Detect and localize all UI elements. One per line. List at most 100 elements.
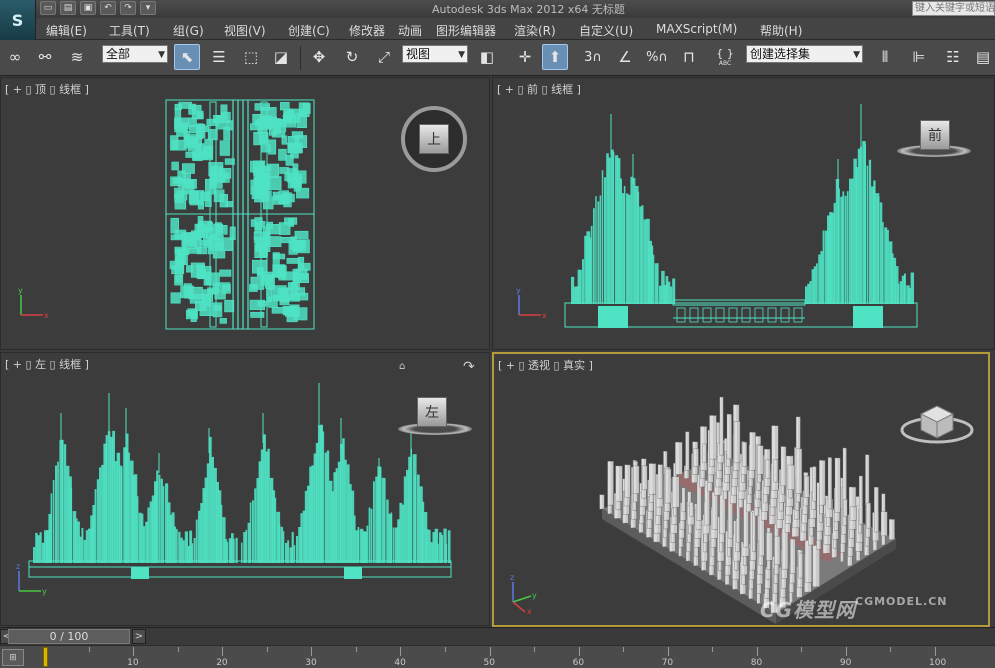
axis-x-label: x	[542, 311, 547, 320]
axis-z-label: z	[510, 573, 514, 582]
menu-create[interactable]: 创建(C)	[288, 22, 330, 39]
track-bar-tick-label: 10	[127, 658, 139, 668]
select-and-rotate-icon[interactable]: ↻	[339, 44, 365, 70]
track-bar-tick-label: 100	[929, 658, 947, 668]
3ds-max-window: ▭ ▤ ▣ ↶ ↷ ▾ Autodesk 3ds Max 2012 x64 无标…	[0, 0, 995, 668]
menu-group[interactable]: 组(G)	[173, 22, 204, 39]
selection-filter-dropdown[interactable]: 全部	[102, 45, 168, 63]
align-icon[interactable]: ⊫	[906, 44, 932, 70]
new-file-icon[interactable]: ▭	[40, 1, 56, 15]
menu-views[interactable]: 视图(V)	[224, 22, 266, 39]
orbit-arrow-icon[interactable]: ↷	[463, 359, 475, 375]
redo-icon[interactable]: ↷	[120, 1, 136, 15]
select-object-icon[interactable]: ⬉	[174, 44, 200, 70]
named-selection-sets-dropdown[interactable]: 创建选择集	[746, 45, 863, 63]
axis-z-label: z	[16, 562, 20, 571]
mini-curve-editor-icon[interactable]: ⊞	[2, 649, 24, 666]
undo-icon[interactable]: ↶	[100, 1, 116, 15]
track-bar-tick	[177, 647, 179, 652]
quick-access-dropdown-icon[interactable]: ▾	[140, 1, 156, 15]
menu-modifiers[interactable]: 修改器	[349, 22, 385, 39]
watermark-url: CGMODEL.CN	[855, 595, 948, 608]
percent-snap-icon[interactable]: % ∩	[644, 44, 670, 70]
app-logo-icon: S	[11, 10, 24, 30]
axis-tripod-perspective: z y x	[510, 573, 537, 616]
select-and-manipulate-icon[interactable]: ✛	[512, 44, 538, 70]
window-crossing-icon[interactable]: ◪	[268, 44, 294, 70]
track-bar-tick-label: 80	[750, 658, 763, 668]
current-frame-marker[interactable]	[43, 647, 48, 667]
graphite-toolbar-icon[interactable]: ▤	[970, 44, 995, 70]
spinner-snap-icon[interactable]: ⊓	[676, 44, 702, 70]
select-and-scale-icon[interactable]: ⤢	[371, 44, 397, 70]
axis-x-label: x	[527, 607, 532, 616]
edit-named-selection-icon[interactable]: { } ABC	[712, 44, 738, 70]
track-bar-tick	[355, 647, 357, 652]
menu-graph-editors[interactable]: 图形编辑器	[436, 22, 496, 39]
track-bar-tick-label: 50	[483, 658, 495, 668]
track-bar-tick	[578, 647, 580, 656]
viewport-left[interactable]: [ + ▯ 左 ▯ 线框 ] ⌂ ↷ 左 z y	[0, 352, 490, 626]
time-slider[interactable]: < 0 / 100 >	[0, 627, 995, 645]
reference-coordinate-dropdown[interactable]: 视图	[402, 45, 468, 63]
track-bar-tick-label: 40	[394, 658, 406, 668]
link-icon[interactable]: ∞	[2, 44, 28, 70]
app-logo-button[interactable]: S	[0, 0, 36, 40]
track-bar-tick	[890, 647, 892, 652]
unlink-icon[interactable]: ⚯	[32, 44, 58, 70]
track-bar-tick	[623, 647, 625, 652]
track-bar[interactable]: ⊞ 10 20 30 40 50 60 70 80 90 100	[0, 645, 995, 668]
track-bar-tick	[712, 647, 714, 652]
front-view-wireframe	[564, 104, 918, 328]
home-icon[interactable]: ⌂	[399, 361, 405, 372]
select-and-move-icon[interactable]: ✥	[306, 44, 332, 70]
track-bar-tick-label: 60	[572, 658, 585, 668]
menu-tools[interactable]: 工具(T)	[109, 22, 150, 39]
viewport-front[interactable]: [ + ▯ 前 ▯ 线框 ] 前 y x	[492, 77, 995, 350]
angle-snap-icon[interactable]: ∠	[612, 44, 638, 70]
axis-y-label: y	[516, 286, 521, 295]
menu-customize[interactable]: 自定义(U)	[579, 22, 633, 39]
menu-animation[interactable]: 动画	[398, 22, 422, 39]
layer-manager-icon[interactable]: ☷	[940, 44, 966, 70]
viewcube-perspective[interactable]	[899, 390, 979, 450]
save-file-icon[interactable]: ▣	[80, 1, 96, 15]
track-bar-tick	[845, 647, 847, 656]
axis-y-label: y	[42, 587, 47, 596]
title-bar: ▭ ▤ ▣ ↶ ↷ ▾ Autodesk 3ds Max 2012 x64 无标…	[0, 0, 995, 18]
viewcube-front[interactable]: 前	[920, 120, 950, 150]
axis-y-label: y	[532, 591, 537, 600]
axis-y-label: y	[18, 286, 23, 295]
open-file-icon[interactable]: ▤	[60, 1, 76, 15]
keyboard-shortcut-override-icon[interactable]: ⬆	[542, 44, 568, 70]
menu-edit[interactable]: 编辑(E)	[46, 22, 87, 39]
mirror-icon[interactable]: ⫴	[872, 44, 898, 70]
menu-maxscript[interactable]: MAXScript(M)	[656, 22, 737, 36]
viewcube-top[interactable]: 上	[419, 124, 449, 154]
track-bar-tick	[133, 647, 135, 656]
bind-space-warp-icon[interactable]: ≋	[64, 44, 90, 70]
track-bar-tick	[400, 647, 402, 656]
main-toolbar: ∞ ⚯ ≋ 全部 ⬉ ☰ ⬚ ◪ ✥ ↻ ⤢ 视图 ◧ ✛ ⬆ 3∩ ∠ %∩ …	[0, 40, 995, 76]
track-bar-tick	[935, 647, 936, 656]
track-bar-tick-label: 90	[839, 658, 852, 668]
time-slider-next-icon[interactable]: >	[132, 629, 146, 644]
time-slider-thumb[interactable]: 0 / 100	[8, 629, 130, 644]
track-bar-tick	[88, 647, 90, 652]
track-bar-tick	[266, 647, 268, 652]
track-bar-tick-label: 20	[216, 658, 228, 668]
pivot-center-icon[interactable]: ◧	[474, 44, 500, 70]
menu-bar: 编辑(E) 工具(T) 组(G) 视图(V) 创建(C) 修改器 动画 图形编辑…	[36, 18, 995, 40]
left-view-wireframe	[28, 383, 452, 579]
help-search-input[interactable]: 键入关键字或短语	[912, 1, 995, 16]
viewport-top[interactable]: [ + ▯ 顶 ▯ 线框 ] 上 y x	[0, 77, 490, 350]
rectangular-selection-icon[interactable]: ⬚	[238, 44, 264, 70]
menu-help[interactable]: 帮助(H)	[760, 22, 802, 39]
viewport-perspective[interactable]: [ + ▯ 透视 ▯ 真实 ] z y x	[492, 352, 990, 627]
select-by-name-icon[interactable]: ☰	[206, 44, 232, 70]
menu-rendering[interactable]: 渲染(R)	[514, 22, 556, 39]
track-bar-tick	[222, 647, 224, 656]
viewcube-left[interactable]: 左	[417, 397, 447, 427]
track-bar-tick	[444, 647, 446, 652]
snaps-toggle-icon[interactable]: 3 ∩	[580, 44, 606, 70]
